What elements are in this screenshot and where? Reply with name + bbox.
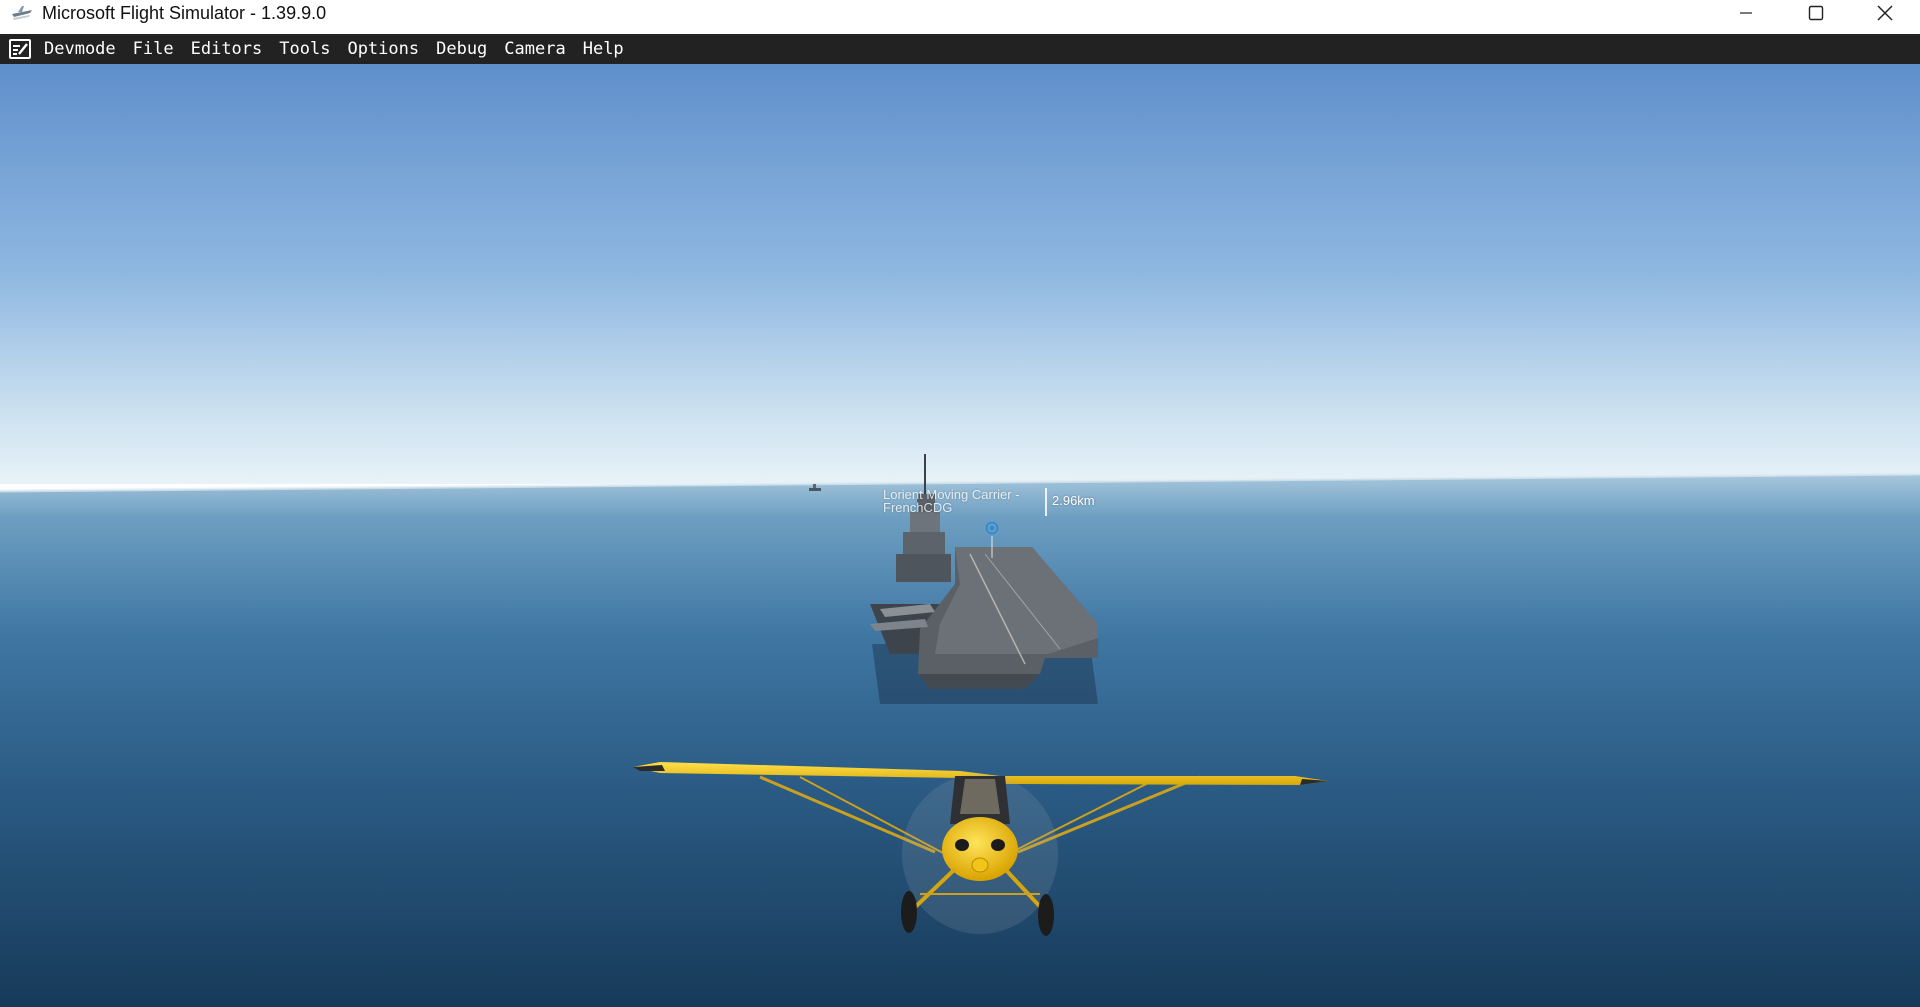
flight-viewport[interactable]: Lorient Moving Carrier - FrenchCDG 2.96k… [0,64,1920,1007]
menu-editors[interactable]: Editors [191,39,263,59]
close-button[interactable] [1850,0,1920,26]
minimize-button[interactable] [1711,0,1781,26]
menu-devmode[interactable]: Devmode [44,39,116,59]
menu-file[interactable]: File [133,39,174,59]
flight-simulator-app-icon [10,4,34,22]
poi-divider [1045,488,1047,516]
poi-distance: 2.96km [1052,493,1095,508]
poi-label: Lorient Moving Carrier - FrenchCDG [883,487,1020,515]
maximize-icon [1808,5,1824,21]
target-marker-icon[interactable] [985,521,999,535]
menu-help[interactable]: Help [583,39,624,59]
devmode-icon[interactable] [9,39,31,59]
menu-debug[interactable]: Debug [436,39,487,59]
close-icon [1877,5,1893,21]
devmode-menubar: Devmode File Editors Tools Options Debug… [0,34,1920,64]
window-titlebar[interactable]: Microsoft Flight Simulator - 1.39.9.0 [0,0,1920,34]
menu-camera[interactable]: Camera [504,39,565,59]
minimize-icon [1739,6,1753,20]
menu-options[interactable]: Options [347,39,419,59]
menu-items: Devmode File Editors Tools Options Debug… [44,34,641,64]
scene-render [0,64,1920,1007]
window-title: Microsoft Flight Simulator - 1.39.9.0 [42,3,327,23]
maximize-button[interactable] [1781,0,1851,26]
menu-tools[interactable]: Tools [279,39,330,59]
